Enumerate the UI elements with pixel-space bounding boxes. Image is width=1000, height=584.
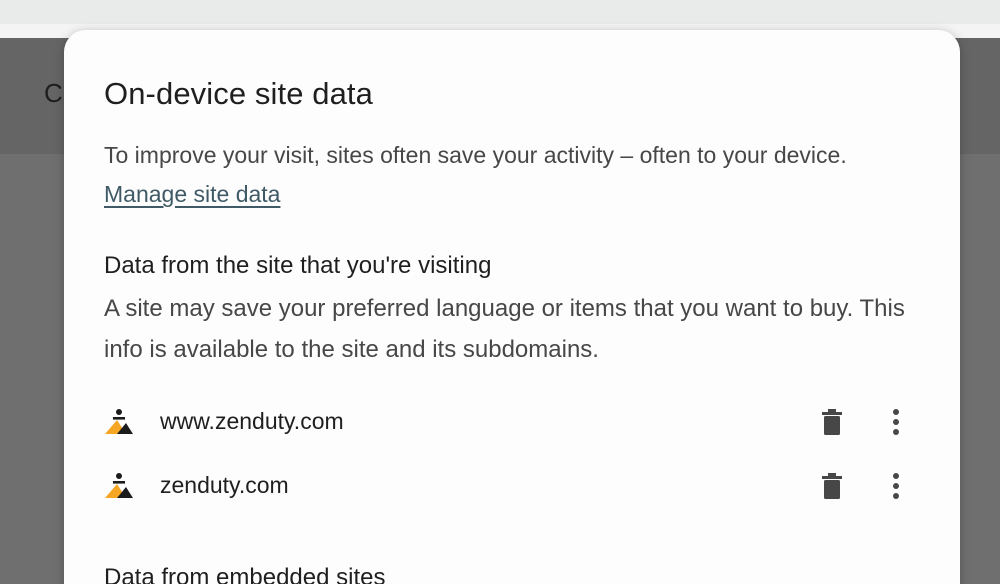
more-actions-button[interactable]	[880, 468, 912, 504]
section-heading-embedded-sites: Data from embedded sites	[104, 564, 386, 584]
delete-site-data-button[interactable]	[816, 468, 848, 504]
zenduty-favicon-icon	[104, 472, 134, 500]
dialog-intro: To improve your visit, sites often save …	[104, 136, 904, 214]
trash-icon	[822, 409, 842, 435]
more-actions-button[interactable]	[880, 404, 912, 440]
trash-icon	[822, 473, 842, 499]
more-vert-icon	[893, 473, 899, 499]
more-vert-icon	[893, 409, 899, 435]
site-row: zenduty.com	[104, 462, 924, 510]
background-page-text: C	[44, 78, 63, 108]
site-row: www.zenduty.com	[104, 398, 924, 446]
dialog-title: On-device site data	[104, 76, 373, 111]
section-description-visiting-site: A site may save your preferred language …	[104, 295, 905, 363]
site-name: www.zenduty.com	[160, 408, 344, 434]
intro-text: To improve your visit, sites often save …	[104, 142, 847, 168]
browser-toolbar-strip	[0, 0, 1000, 24]
zenduty-favicon-icon	[104, 408, 134, 436]
site-data-dialog: On-device site data To improve your visi…	[64, 30, 960, 584]
manage-site-data-link[interactable]: Manage site data	[104, 181, 280, 207]
delete-site-data-button[interactable]	[816, 404, 848, 440]
section-heading-visiting-site: Data from the site that you're visiting	[104, 252, 492, 279]
site-name: zenduty.com	[160, 472, 289, 498]
